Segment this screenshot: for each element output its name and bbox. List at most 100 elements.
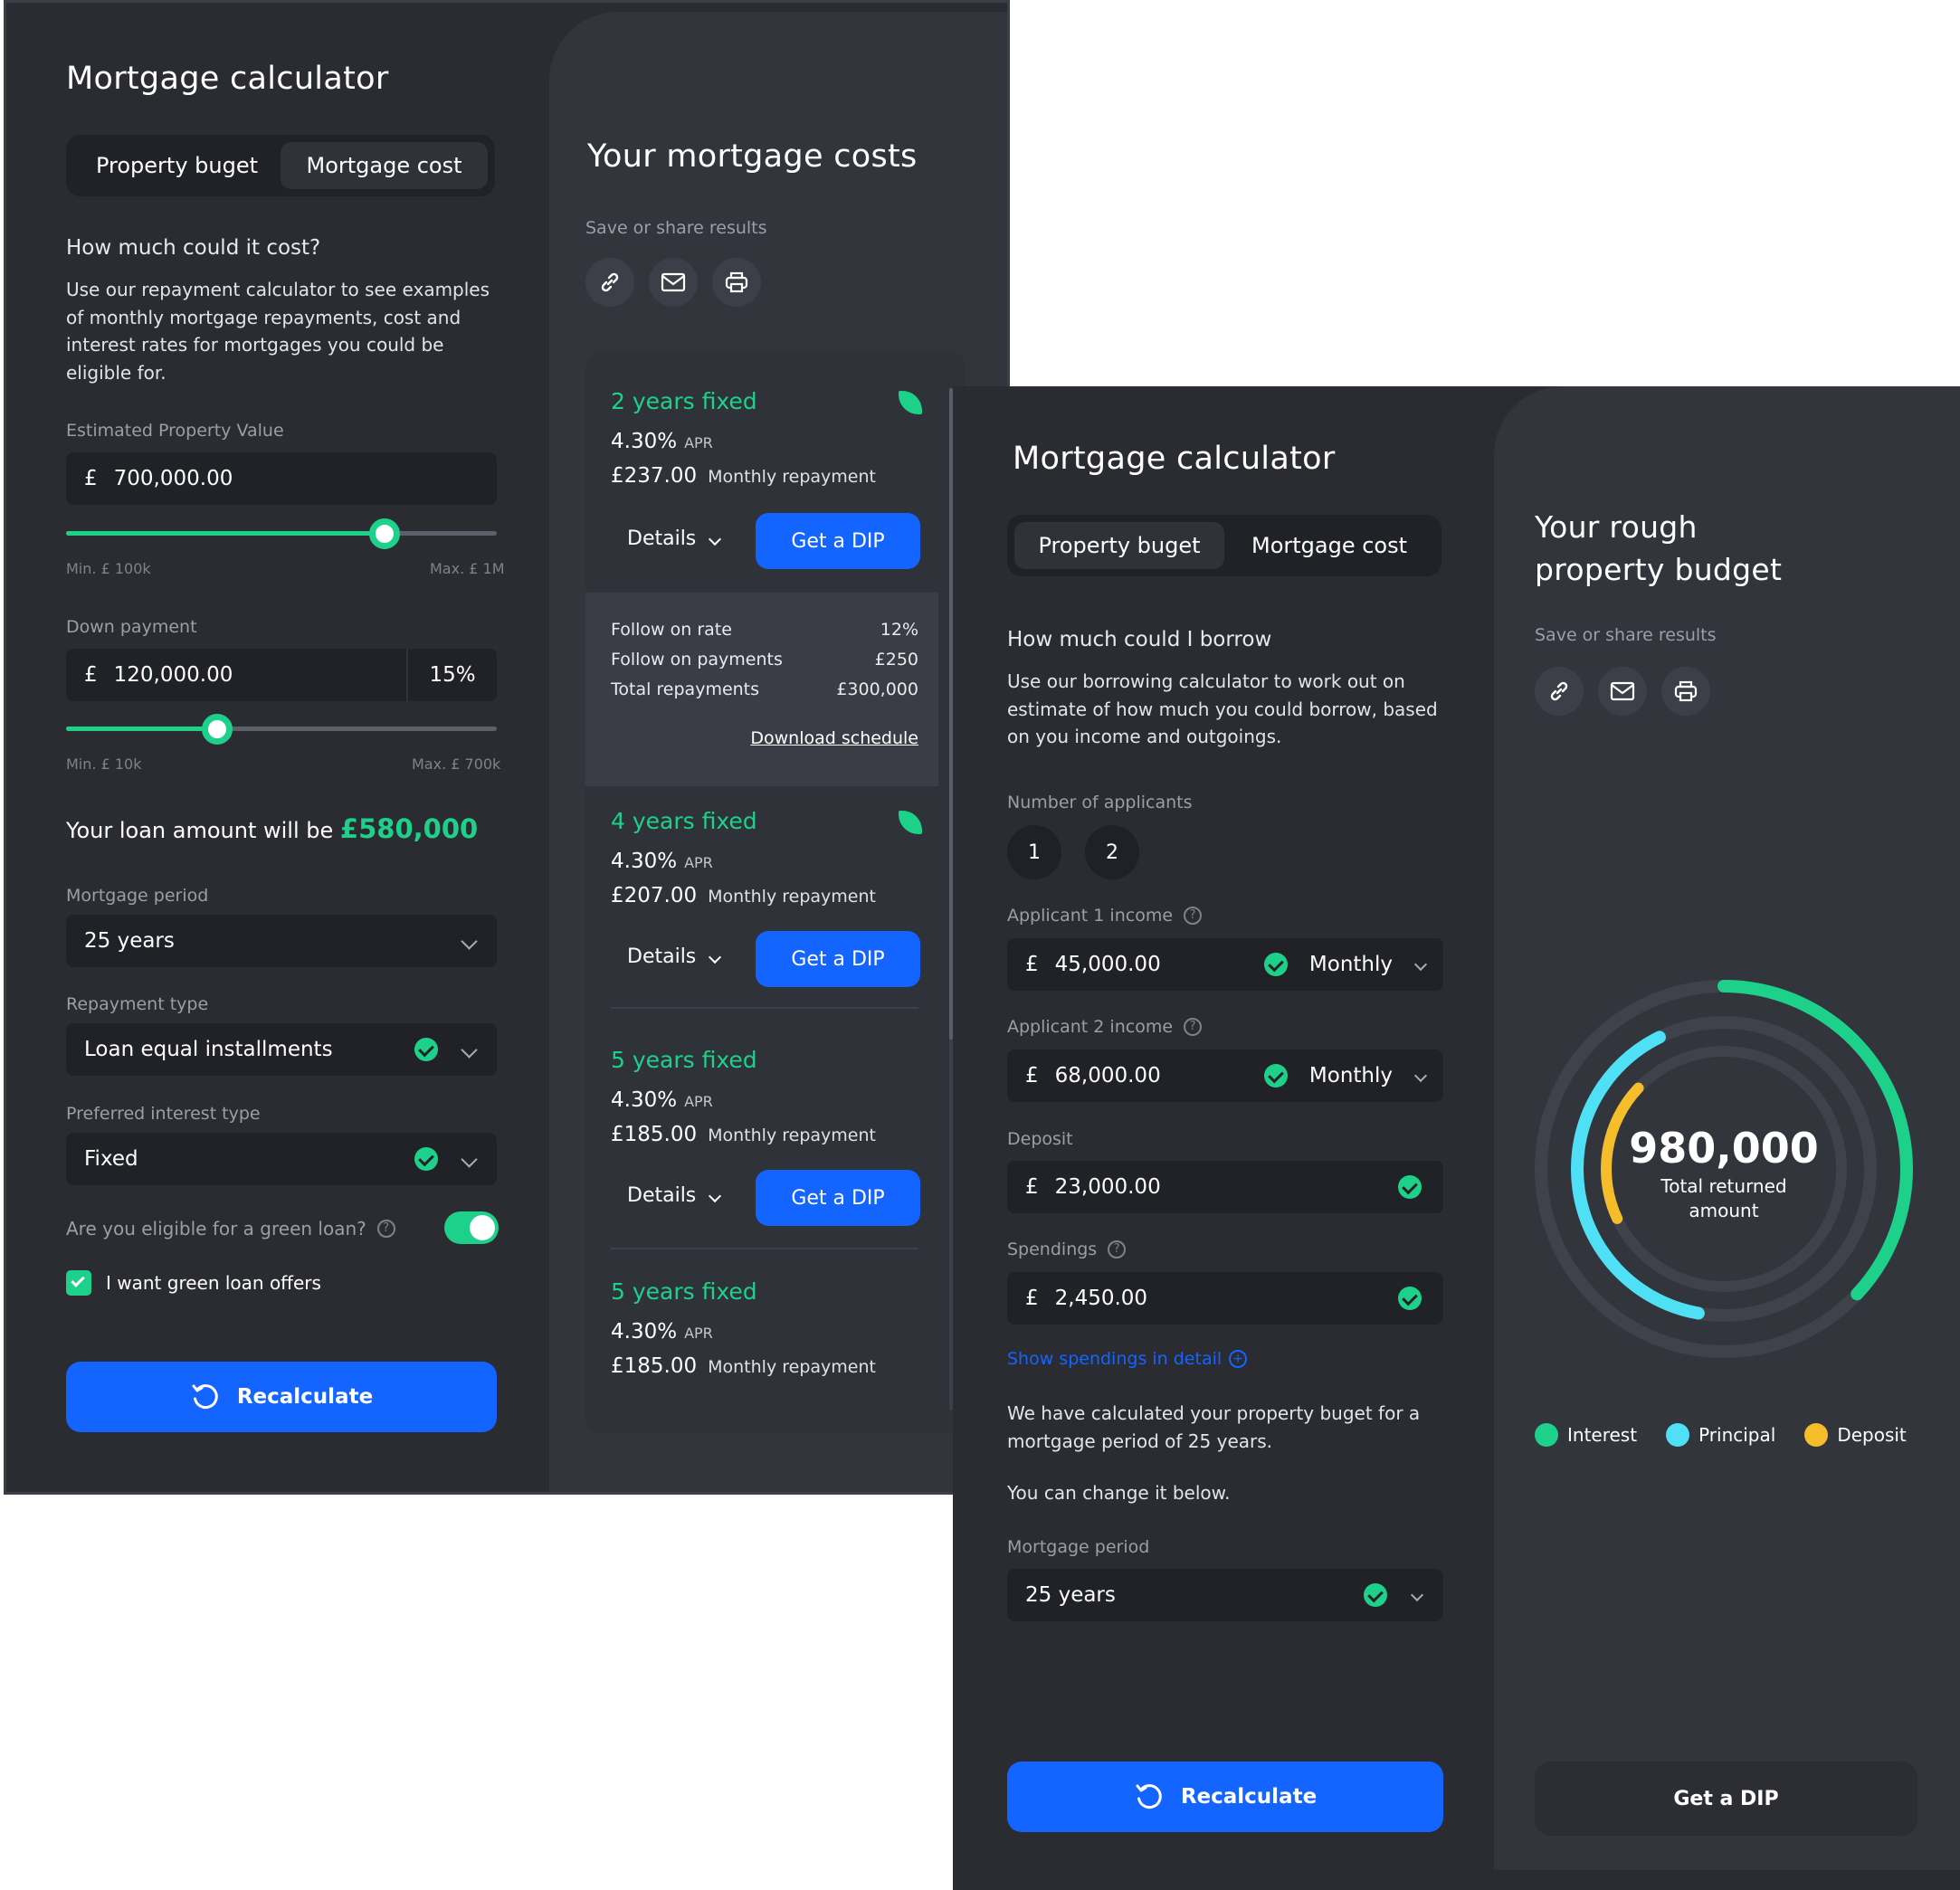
property-budget-calculator-panel: Mortgage calculator Property buget Mortg… [953,386,1960,1890]
monthly-label: Monthly repayment [708,1125,876,1145]
help-icon[interactable]: ? [1108,1240,1127,1258]
applicants-label: Number of applicants [1007,793,1193,812]
interest-type-value: Fixed [84,1147,138,1171]
mortgage-period-select[interactable]: 25 years [1007,1569,1443,1621]
link-icon[interactable] [585,258,634,307]
total-amount: 980,000 [1629,1124,1819,1173]
offer-apr: 4.30% APR [611,430,713,453]
legend-label: Deposit [1837,1424,1907,1446]
share-buttons [585,258,761,307]
print-icon[interactable] [1661,667,1710,716]
spendings-input[interactable]: £ 2,450.00 [1007,1272,1443,1325]
slider-handle[interactable] [369,518,401,549]
tab-property-budget[interactable]: Property buget [1014,522,1224,569]
offer-title: 4 years fixed [611,808,757,834]
tab-property-budget[interactable]: Property buget [73,142,281,189]
green-offers-checkbox[interactable] [66,1270,91,1296]
currency-symbol: £ [1025,1287,1039,1310]
loan-amount-text: Your loan amount will be £580,000 [66,813,478,844]
recalculate-button[interactable]: Recalculate [1007,1762,1443,1832]
currency-symbol: £ [84,663,98,687]
help-icon[interactable]: ? [1184,907,1203,925]
frequency-select[interactable]: Monthly [1309,953,1393,976]
property-value-input[interactable]: £ 700,000.00 [66,452,497,505]
down-payment-percent[interactable]: 15% [406,649,497,701]
chevron-down-icon [461,1040,478,1059]
legend-swatch [1535,1423,1558,1447]
chevron-down-icon [461,1150,478,1168]
get-dip-button[interactable]: Get a DIP [1535,1762,1917,1836]
repayment-type-select[interactable]: Loan equal installments [66,1023,497,1076]
chart-legend: Interest Principal Deposit [1535,1423,1907,1447]
details-label: Details [627,945,697,968]
frequency-select[interactable]: Monthly [1309,1064,1393,1087]
link-text: Show spendings in detail [1007,1349,1223,1369]
offers-list[interactable]: 2 years fixed 4.30% APR £237.00 Monthly re… [585,352,966,1434]
loan-amount-prefix: Your loan amount will be [66,818,334,843]
results-title: Your mortgage costs [587,138,918,175]
details-toggle[interactable]: Details [627,1184,722,1207]
section-description: Use our repayment calculator to see exam… [66,279,490,384]
mortgage-period-value: 25 years [84,929,175,953]
offer-apr: 4.30% APR [611,1320,713,1344]
show-spendings-link[interactable]: Show spendings in detail + [1007,1349,1248,1369]
offer-rate: 4.30% [611,1320,678,1344]
deposit-input[interactable]: £ 23,000.00 [1007,1161,1443,1213]
get-dip-button[interactable]: Get a DIP [756,1170,920,1226]
down-payment-value: 120,000.00 [113,663,233,687]
down-payment-input[interactable]: £ 120,000.00 15% [66,649,497,701]
chevron-down-icon [1413,957,1428,972]
link-icon[interactable] [1535,667,1584,716]
currency-symbol: £ [1025,1064,1039,1087]
tab-mortgage-cost[interactable]: Mortgage cost [281,142,488,189]
details-label: Details [627,527,697,550]
divider [611,1007,918,1009]
recalculate-button[interactable]: Recalculate [66,1362,497,1432]
apr-label: APR [684,1093,713,1110]
offer-monthly: £185.00 Monthly repayment [611,1123,876,1146]
mail-icon[interactable] [1598,667,1647,716]
mortgage-period-select[interactable]: 25 years [66,915,497,967]
legend-item-principal: Principal [1666,1423,1775,1447]
applicant2-income-input[interactable]: £ 68,000.00 Monthly [1007,1049,1443,1102]
offer-monthly-value: £237.00 [611,464,698,488]
tab-mortgage-cost[interactable]: Mortgage cost [1224,522,1434,569]
interest-type-select[interactable]: Fixed [66,1133,497,1185]
help-icon[interactable]: ? [376,1220,395,1238]
budget-title: Your rough property budget [1535,506,1782,591]
offer-monthly-value: £185.00 [611,1123,698,1146]
recalculate-label: Recalculate [236,1385,374,1409]
chevron-down-icon [709,532,722,546]
row-label: Total repayments [611,679,760,699]
details-toggle[interactable]: Details [627,945,722,968]
page-title: Mortgage calculator [1013,441,1336,477]
download-schedule-link[interactable]: Download schedule [750,728,918,748]
toggle-knob [470,1215,495,1240]
slider-max-label: Max. £ 1M [430,560,505,577]
offer-rate: 4.30% [611,850,678,873]
share-label: Save or share results [585,218,767,238]
slider-min-label: Min. £ 10k [66,755,142,773]
calculator-tabs: Property buget Mortgage cost [1007,515,1441,576]
down-payment-slider[interactable] [66,727,497,731]
total-label: Total returned [1660,1175,1787,1197]
applicant-option-2[interactable]: 2 [1085,825,1139,879]
ring-center: 980,000 Total returned amount [1525,1124,1923,1223]
details-toggle[interactable]: Details [627,527,722,550]
check-icon [1263,953,1288,976]
row-value: £300,000 [836,679,918,699]
green-loan-toggle[interactable] [444,1211,499,1244]
check-icon [414,1147,438,1171]
applicant1-income-input[interactable]: £ 45,000.00 Monthly [1007,938,1443,991]
property-value-slider[interactable] [66,531,497,536]
legend-swatch [1666,1423,1690,1447]
print-icon[interactable] [712,258,761,307]
mail-icon[interactable] [649,258,698,307]
get-dip-button[interactable]: Get a DIP [756,513,920,569]
checkmark-icon [71,1273,85,1287]
slider-handle[interactable] [201,714,233,745]
get-dip-button[interactable]: Get a DIP [756,931,920,987]
applicant-option-1[interactable]: 1 [1007,825,1061,879]
check-icon [414,1038,438,1061]
help-icon[interactable]: ? [1184,1018,1203,1036]
